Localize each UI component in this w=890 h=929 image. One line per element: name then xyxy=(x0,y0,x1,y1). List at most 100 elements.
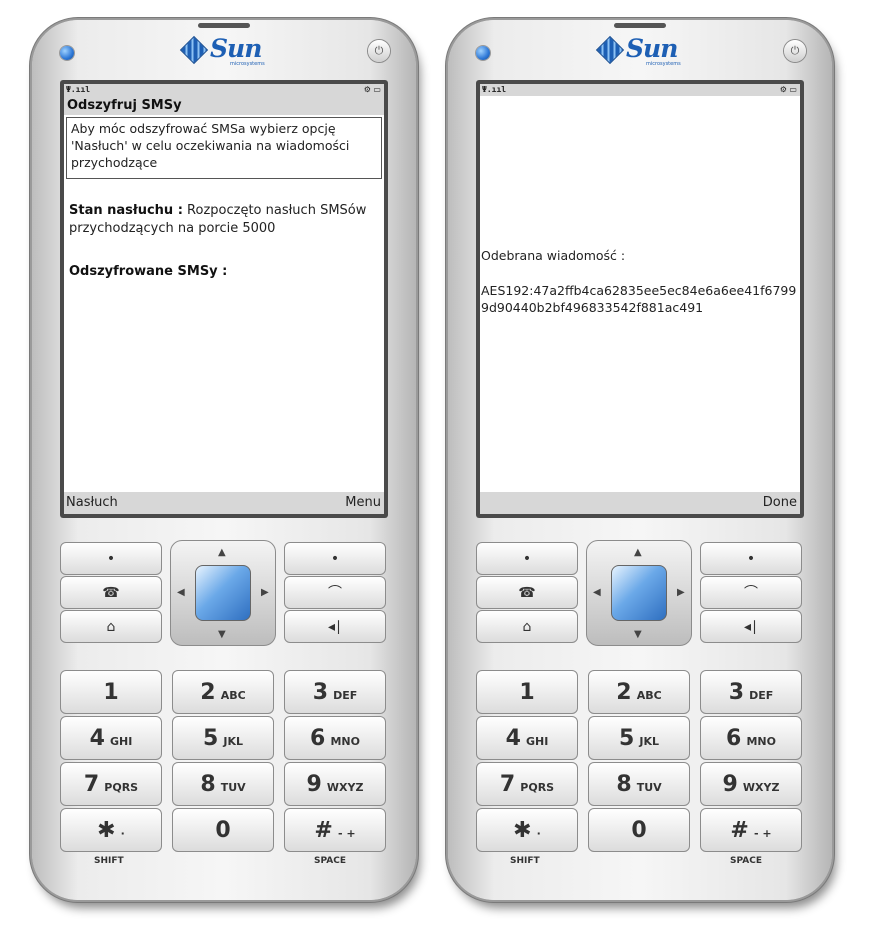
screen: Ψ.ııl ⚙ ▭ Odszyfruj SMSy Aby móc odszyfr… xyxy=(64,84,384,514)
right-softkey-button[interactable]: • xyxy=(284,542,386,575)
info-text: Aby móc odszyfrować SMSa wybierz opcję '… xyxy=(66,117,382,179)
key-digit: 6 xyxy=(726,726,742,751)
softkey-menu[interactable]: Menu xyxy=(345,492,381,514)
shift-label: SHIFT xyxy=(94,856,124,866)
logo-brand: Sun xyxy=(210,34,262,63)
key-digit: 0 xyxy=(215,818,231,843)
screen-frame: Ψ.ııl ⚙ ▭ Odszyfruj SMSy Aby móc odszyfr… xyxy=(60,80,388,518)
key-digit: 1 xyxy=(519,680,535,705)
key-1[interactable]: 1 xyxy=(60,670,162,714)
softkey-done[interactable]: Done xyxy=(763,492,797,514)
call-button[interactable]: ☎ xyxy=(60,576,162,609)
led-indicator xyxy=(60,46,74,60)
key-2[interactable]: 2 ABC xyxy=(588,670,690,714)
space-label: SPACE xyxy=(314,856,346,866)
logo-brand: Sun xyxy=(626,34,678,63)
end-call-button[interactable]: ⌒ xyxy=(700,576,802,609)
key-6[interactable]: 6 MNO xyxy=(284,716,386,760)
screen-frame: Ψ.ııl ⚙ ▭ Odebrana wiadomość : AES192:47… xyxy=(476,80,804,518)
key-letters: ABC xyxy=(636,689,662,702)
power-button[interactable]: ⏻ xyxy=(784,40,806,62)
arrow-down-icon[interactable]: ▼ xyxy=(634,629,642,640)
softkey-bar: Done xyxy=(480,492,800,514)
dpad[interactable]: ▲ ▼ ◀ ▶ xyxy=(586,540,692,646)
logo-sub: microsystems xyxy=(230,61,265,67)
left-softkey-button[interactable]: • xyxy=(60,542,162,575)
arrow-right-icon[interactable]: ▶ xyxy=(677,587,685,598)
key-digit: 2 xyxy=(200,680,216,705)
key-digit: ✱ xyxy=(513,818,532,843)
softkey-listen[interactable]: Nasłuch xyxy=(66,492,118,514)
key-5[interactable]: 5 JKL xyxy=(588,716,690,760)
sun-logo: Sun microsystems xyxy=(179,34,284,74)
logo-sub: microsystems xyxy=(646,61,681,67)
key-letters: DEF xyxy=(333,689,358,702)
arrow-left-icon[interactable]: ◀ xyxy=(593,587,601,598)
select-button[interactable] xyxy=(195,565,251,621)
space-label: SPACE xyxy=(730,856,762,866)
arrow-up-icon[interactable]: ▲ xyxy=(218,547,226,558)
key-1[interactable]: 1 xyxy=(476,670,578,714)
power-button[interactable]: ⏻ xyxy=(368,40,390,62)
back-button[interactable]: ◂∣ xyxy=(284,610,386,643)
listen-label: Stan nasłuchu : xyxy=(69,203,183,218)
key-2[interactable]: 2 ABC xyxy=(172,670,274,714)
key-letters: GHI xyxy=(110,735,133,748)
key-letters: - + xyxy=(337,827,356,840)
key-letters: · xyxy=(536,827,541,840)
home-button[interactable]: ⌂ xyxy=(60,610,162,643)
key-letters: JKL xyxy=(223,735,244,748)
key-0[interactable]: 0 xyxy=(172,808,274,852)
key-7[interactable]: 7 PQRS xyxy=(476,762,578,806)
key-hash[interactable]: # - + xyxy=(700,808,802,852)
key-5[interactable]: 5 JKL xyxy=(172,716,274,760)
arrow-left-icon[interactable]: ◀ xyxy=(177,587,185,598)
key-8[interactable]: 8 TUV xyxy=(588,762,690,806)
key-4[interactable]: 4 GHI xyxy=(476,716,578,760)
received-message: AES192:47a2ffb4ca62835ee5ec84e6a6ee41f67… xyxy=(481,283,797,315)
end-call-button[interactable]: ⌒ xyxy=(284,576,386,609)
status-bar: Ψ.ııl ⚙ ▭ xyxy=(64,84,384,96)
key-digit: 9 xyxy=(722,772,738,797)
dpad[interactable]: ▲ ▼ ◀ ▶ xyxy=(170,540,276,646)
status-bar: Ψ.ııl ⚙ ▭ xyxy=(480,84,800,96)
key-0[interactable]: 0 xyxy=(588,808,690,852)
key-letters: WXYZ xyxy=(742,781,780,794)
key-digit: 1 xyxy=(103,680,119,705)
key-digit: 5 xyxy=(202,726,219,751)
key-8[interactable]: 8 TUV xyxy=(172,762,274,806)
key-digit: ✱ xyxy=(97,818,116,843)
key-6[interactable]: 6 MNO xyxy=(700,716,802,760)
arrow-right-icon[interactable]: ▶ xyxy=(261,587,269,598)
listen-status: Stan nasłuchu : Rozpoczęto nasłuch SMSów… xyxy=(69,202,379,238)
key-digit: 3 xyxy=(312,680,329,705)
key-9[interactable]: 9 WXYZ xyxy=(284,762,386,806)
arrow-up-icon[interactable]: ▲ xyxy=(634,547,642,558)
call-button[interactable]: ☎ xyxy=(476,576,578,609)
key-4[interactable]: 4 GHI xyxy=(60,716,162,760)
key-digit: 0 xyxy=(631,818,647,843)
left-softkey-button[interactable]: • xyxy=(476,542,578,575)
screen-title: Odszyfruj SMSy xyxy=(64,96,384,115)
key-3[interactable]: 3 DEF xyxy=(284,670,386,714)
speaker-grille xyxy=(614,23,666,28)
key-digit: 3 xyxy=(728,680,745,705)
back-button[interactable]: ◂∣ xyxy=(700,610,802,643)
key-9[interactable]: 9 WXYZ xyxy=(700,762,802,806)
key-letters: PQRS xyxy=(104,781,139,794)
phone-left: Sun microsystems ⏻ Ψ.ııl ⚙ ▭ Odszyfruj S… xyxy=(32,20,416,900)
shift-label: SHIFT xyxy=(510,856,540,866)
key-star[interactable]: ✱ · xyxy=(60,808,162,852)
right-softkey-button[interactable]: • xyxy=(700,542,802,575)
received-label: Odebrana wiadomość : xyxy=(481,248,626,263)
key-7[interactable]: 7 PQRS xyxy=(60,762,162,806)
key-star[interactable]: ✱ · xyxy=(476,808,578,852)
key-digit: 8 xyxy=(616,772,632,797)
sun-diamond-icon xyxy=(595,35,625,65)
home-button[interactable]: ⌂ xyxy=(476,610,578,643)
arrow-down-icon[interactable]: ▼ xyxy=(218,629,226,640)
key-hash[interactable]: # - + xyxy=(284,808,386,852)
key-3[interactable]: 3 DEF xyxy=(700,670,802,714)
key-letters: ABC xyxy=(220,689,246,702)
select-button[interactable] xyxy=(611,565,667,621)
